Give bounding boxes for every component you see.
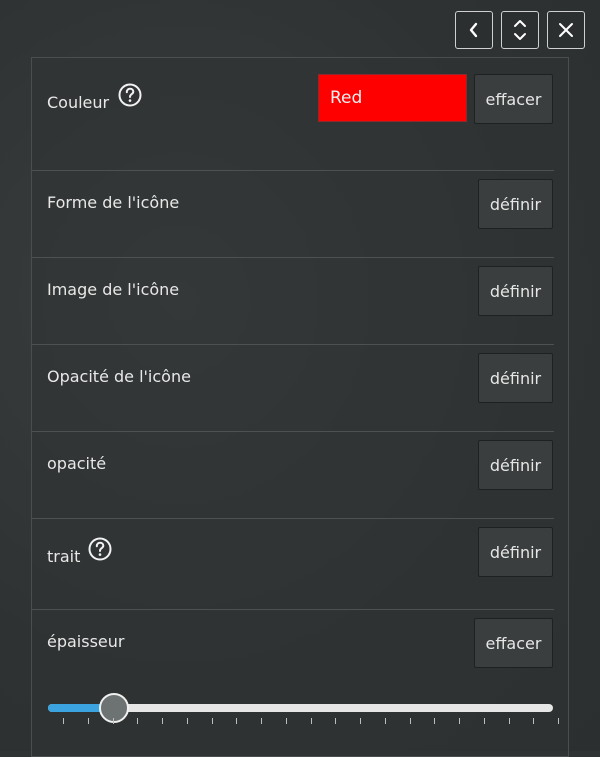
slider-tick bbox=[434, 718, 436, 724]
slider-tick bbox=[236, 718, 238, 724]
slider-tick bbox=[186, 718, 188, 724]
row-epaisseur: épaisseur effacer bbox=[32, 610, 568, 670]
slider-tick bbox=[87, 718, 89, 724]
slider-tick bbox=[285, 718, 287, 724]
couleur-clear-button[interactable]: effacer bbox=[474, 74, 553, 124]
close-button[interactable] bbox=[547, 11, 585, 49]
slider-tick bbox=[211, 718, 213, 724]
row-opacite: opacité définir bbox=[32, 432, 568, 519]
image-icone-define-button[interactable]: définir bbox=[478, 266, 553, 316]
style-properties-panel: Couleur Red effacer Forme de l'icône déf… bbox=[31, 57, 569, 757]
slider-tick bbox=[261, 718, 262, 724]
opacite-icone-label: Opacité de l'icône bbox=[47, 367, 191, 386]
slider-tick bbox=[483, 718, 485, 724]
previous-button[interactable] bbox=[455, 11, 493, 49]
opacite-define-button[interactable]: définir bbox=[478, 440, 553, 490]
epaisseur-clear-button[interactable]: effacer bbox=[474, 618, 553, 668]
slider-tick bbox=[533, 718, 535, 724]
forme-icone-define-button[interactable]: définir bbox=[478, 179, 553, 229]
trait-define-button[interactable]: définir bbox=[478, 527, 553, 577]
slider-tick bbox=[310, 718, 312, 724]
panel-toolbar bbox=[455, 11, 585, 49]
slider-tick bbox=[335, 718, 337, 724]
color-value-text: Red bbox=[330, 88, 363, 108]
close-icon bbox=[559, 23, 573, 37]
slider-tick bbox=[459, 718, 460, 724]
row-image-icone: Image de l'icône définir bbox=[32, 258, 568, 345]
question-circle-icon[interactable] bbox=[118, 83, 142, 107]
row-forme-icone: Forme de l'icône définir bbox=[32, 171, 568, 258]
slider-thumb[interactable] bbox=[98, 693, 129, 723]
trait-label: trait bbox=[47, 547, 81, 566]
slider-tick bbox=[508, 718, 510, 724]
epaisseur-label: épaisseur bbox=[47, 632, 125, 651]
color-value-field[interactable]: Red bbox=[318, 74, 467, 122]
opacite-label: opacité bbox=[47, 454, 107, 473]
slider-tick bbox=[384, 718, 386, 724]
slider-tick bbox=[558, 718, 559, 724]
opacite-icone-define-button[interactable]: définir bbox=[478, 353, 553, 403]
couleur-label: Couleur bbox=[47, 93, 110, 112]
row-opacite-icone: Opacité de l'icône définir bbox=[32, 345, 568, 432]
epaisseur-slider[interactable] bbox=[48, 693, 559, 744]
question-circle-icon[interactable] bbox=[88, 537, 112, 561]
chevron-left-icon bbox=[469, 22, 478, 38]
row-trait: trait définir bbox=[32, 519, 568, 609]
chevron-up-down-icon bbox=[514, 20, 526, 40]
slider-tick bbox=[112, 718, 114, 724]
slider-tick bbox=[409, 718, 411, 724]
slider-tick bbox=[63, 718, 64, 724]
row-couleur: Couleur Red effacer bbox=[32, 58, 568, 171]
collapse-toggle-button[interactable] bbox=[501, 11, 539, 49]
image-icone-label: Image de l'icône bbox=[47, 280, 180, 299]
slider-tick bbox=[137, 718, 139, 724]
slider-tick bbox=[360, 718, 361, 724]
forme-icone-label: Forme de l'icône bbox=[47, 193, 180, 212]
slider-tick bbox=[162, 718, 163, 724]
